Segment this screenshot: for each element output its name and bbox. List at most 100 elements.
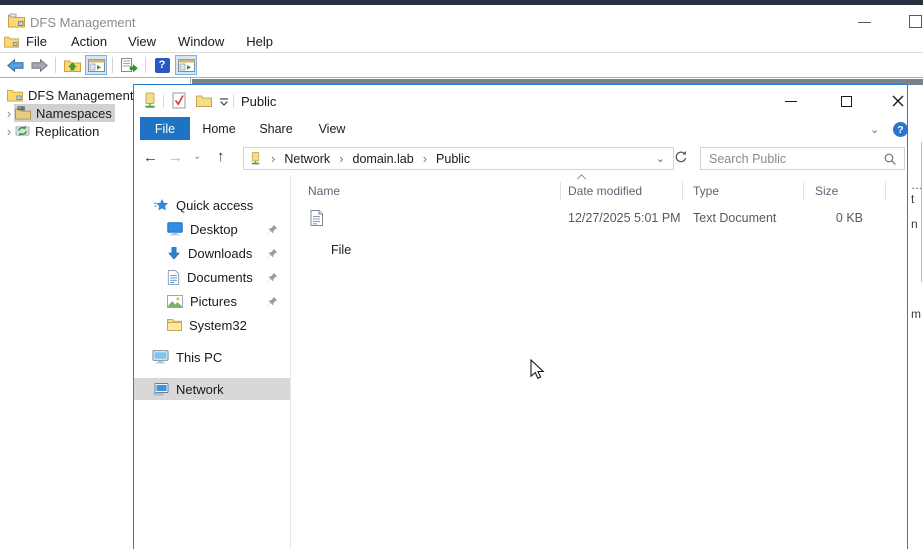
menu-window[interactable]: Window: [177, 34, 225, 49]
clipped-text: n: [911, 217, 918, 231]
up-folder-toolbar-icon[interactable]: [61, 55, 83, 75]
tab-share[interactable]: Share: [259, 117, 292, 140]
explorer-maximize-button[interactable]: [841, 96, 852, 107]
namespaces-selection[interactable]: Namespaces: [14, 104, 115, 122]
expand-ribbon-chevron-icon[interactable]: ⌄: [870, 123, 879, 136]
sidebar-item-desktop[interactable]: Desktop: [134, 218, 290, 240]
tree-item-label: DFS Management: [28, 88, 134, 103]
show-console-tree-icon[interactable]: [85, 55, 107, 75]
sidebar-item-label: Network: [176, 382, 224, 397]
recent-locations-chevron-icon[interactable]: ⌄: [193, 151, 201, 162]
dfs-maximize-button[interactable]: [909, 15, 922, 28]
network-icon: [152, 382, 169, 396]
file-name[interactable]: File: [331, 239, 351, 261]
clipped-text: t: [911, 192, 914, 206]
breadcrumb-chevron-icon: ›: [423, 151, 427, 166]
sidebar-item-label: Desktop: [190, 222, 238, 237]
dfs-titlebar[interactable]: DFS Management: [0, 5, 923, 30]
sidebar-item-documents[interactable]: Documents: [134, 266, 290, 288]
menu-file[interactable]: File: [25, 34, 48, 49]
address-dropdown-chevron-icon[interactable]: ⌄: [656, 152, 673, 165]
address-folder-icon: [249, 151, 262, 166]
forward-arrow-icon[interactable]: →: [168, 149, 183, 166]
sidebar-item-label: Pictures: [190, 294, 237, 309]
this-pc-icon: [152, 350, 169, 364]
back-toolbar-icon[interactable]: [4, 55, 26, 75]
table-row[interactable]: File 12/27/2025 5:01 PM Text Document 0 …: [290, 207, 907, 229]
ribbon-tab-bar: File Home Share View: [134, 117, 907, 141]
column-header-type[interactable]: Type: [693, 180, 719, 202]
expander-chevron-icon[interactable]: ›: [4, 124, 14, 139]
refresh-icon[interactable]: [674, 150, 688, 164]
menu-action[interactable]: Action: [70, 34, 108, 49]
sidebar-item-network[interactable]: Network: [134, 378, 290, 400]
breadcrumb-network[interactable]: Network: [284, 152, 330, 166]
downloads-icon: [167, 246, 181, 261]
dfs-console-icon: [4, 35, 19, 48]
pin-icon: [267, 296, 278, 307]
column-divider[interactable]: [803, 182, 804, 200]
pin-icon: [267, 272, 278, 283]
column-divider[interactable]: [682, 182, 683, 200]
up-arrow-icon[interactable]: ↑: [217, 148, 225, 165]
column-header-date-modified[interactable]: Date modified: [568, 180, 642, 202]
breadcrumb-chevron-icon: ›: [339, 151, 343, 166]
file-size: 0 KB: [815, 207, 863, 229]
desktop-icon: [167, 222, 183, 236]
sidebar-item-this-pc[interactable]: This PC: [134, 346, 290, 368]
help-toolbar-icon[interactable]: ?: [151, 55, 173, 75]
desktop-screen: DFS Management File Action View Window H…: [0, 0, 923, 549]
namespaces-icon: [15, 106, 31, 120]
breadcrumb-public[interactable]: Public: [436, 152, 470, 166]
documents-icon: [167, 270, 180, 285]
dfs-app-icon: [8, 13, 25, 28]
address-bar[interactable]: › Network › domain.lab › Public ⌄: [243, 147, 674, 170]
explorer-minimize-button[interactable]: [785, 101, 797, 102]
column-divider[interactable]: [560, 182, 561, 200]
back-arrow-icon[interactable]: ←: [143, 149, 158, 166]
search-input[interactable]: [701, 151, 883, 167]
column-header-size[interactable]: Size: [815, 180, 838, 202]
sidebar-item-label: Downloads: [188, 246, 252, 261]
file-list: Name Date modified Type Size File 12/27/…: [290, 175, 907, 549]
explorer-help-icon[interactable]: ?: [893, 122, 908, 137]
toolbar-separator: [145, 57, 146, 73]
sidebar-item-quick-access[interactable]: Quick access: [134, 194, 290, 216]
qat-separator: [233, 95, 234, 108]
file-type: Text Document: [693, 207, 776, 229]
column-header-name[interactable]: Name: [308, 180, 340, 202]
explorer-close-button[interactable]: [892, 95, 904, 107]
explorer-titlebar[interactable]: Public: [134, 85, 907, 117]
show-action-pane-icon[interactable]: [175, 55, 197, 75]
column-divider[interactable]: [885, 182, 886, 200]
tree-item-label: Replication: [35, 124, 99, 139]
properties-icon[interactable]: [172, 92, 186, 109]
forward-toolbar-icon[interactable]: [28, 55, 50, 75]
tab-file[interactable]: File: [140, 117, 190, 140]
new-folder-icon[interactable]: [196, 94, 212, 107]
sidebar-item-pictures[interactable]: Pictures: [134, 290, 290, 312]
qat-separator: [163, 95, 164, 108]
quick-access-star-icon: [154, 198, 169, 213]
tab-view[interactable]: View: [319, 117, 346, 140]
search-box[interactable]: [700, 147, 905, 170]
dfs-minimize-button[interactable]: [858, 22, 871, 23]
search-icon[interactable]: [883, 152, 904, 166]
dfs-root-icon: [7, 88, 23, 102]
sidebar-item-label: System32: [189, 318, 247, 333]
breadcrumb-chevron-icon: ›: [271, 151, 275, 166]
sidebar-item-label: Quick access: [176, 198, 253, 213]
pin-icon: [267, 224, 278, 235]
menu-view[interactable]: View: [127, 34, 157, 49]
sidebar-item-system32[interactable]: System32: [134, 314, 290, 336]
dfs-menubar: File Action View Window Help: [0, 30, 923, 53]
breadcrumb-domain[interactable]: domain.lab: [353, 152, 414, 166]
replication-icon: [15, 124, 30, 138]
menu-help[interactable]: Help: [245, 34, 274, 49]
sidebar-item-label: This PC: [176, 350, 222, 365]
sidebar-item-downloads[interactable]: Downloads: [134, 242, 290, 264]
export-list-icon[interactable]: [118, 55, 140, 75]
expander-chevron-icon[interactable]: ›: [4, 106, 14, 121]
tab-home[interactable]: Home: [202, 117, 235, 140]
customize-qat-chevron-icon[interactable]: [219, 98, 229, 106]
